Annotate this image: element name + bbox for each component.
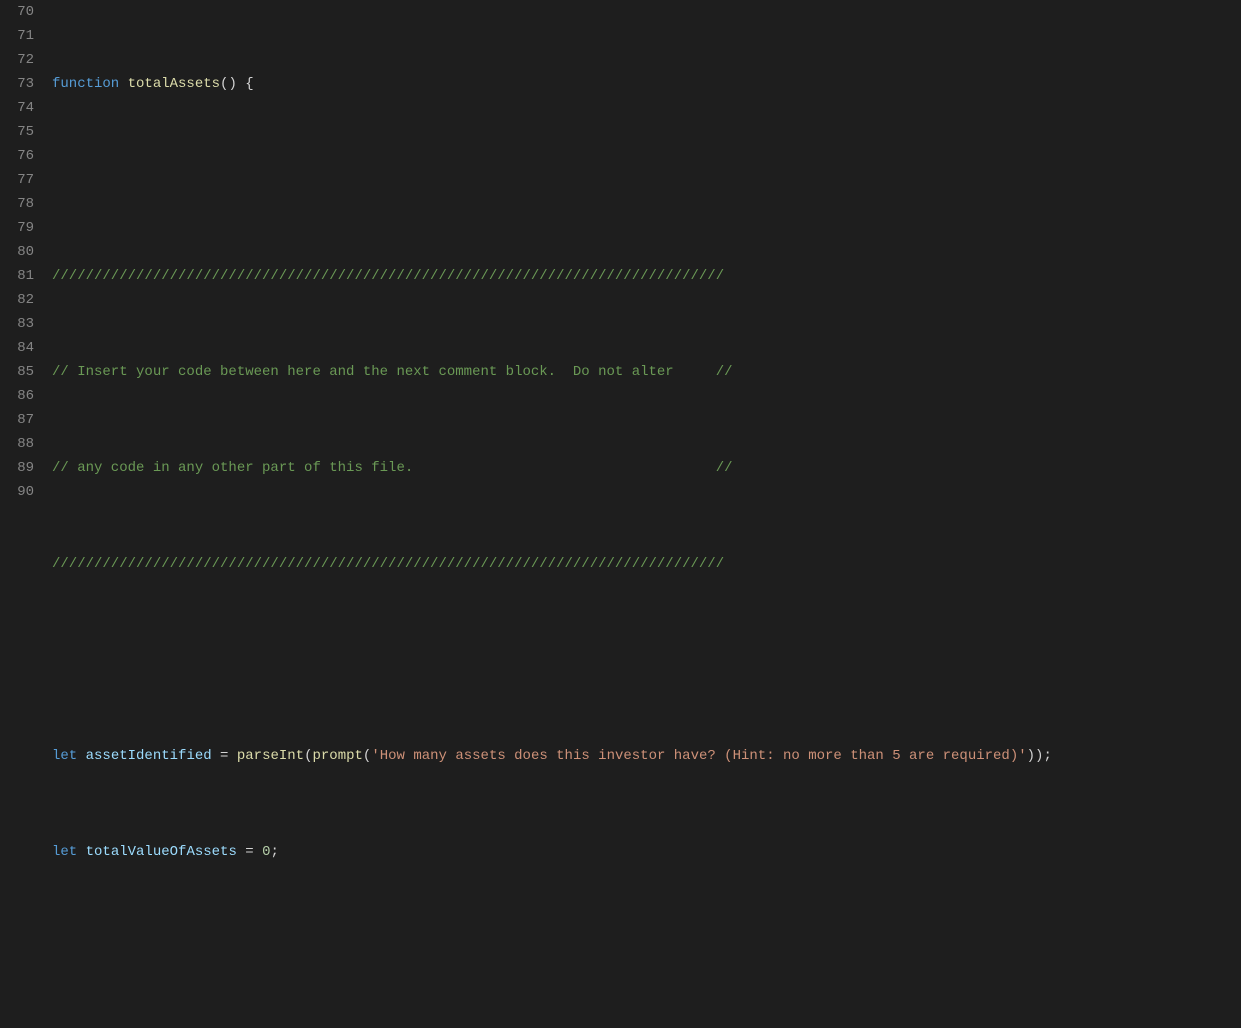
code-line[interactable]: let totalValueOfAssets = 0; <box>52 840 1241 864</box>
function-call: prompt <box>313 748 363 764</box>
line-number: 75 <box>0 120 34 144</box>
line-number: 90 <box>0 480 34 504</box>
line-number: 80 <box>0 240 34 264</box>
line-number: 87 <box>0 408 34 432</box>
line-number-gutter: 70 71 72 73 74 75 76 77 78 79 80 81 82 8… <box>0 0 52 1028</box>
line-number: 71 <box>0 24 34 48</box>
keyword-let: let <box>52 748 77 764</box>
comment: ////////////////////////////////////////… <box>52 268 724 284</box>
code-line[interactable] <box>52 936 1241 960</box>
line-number: 78 <box>0 192 34 216</box>
line-number: 74 <box>0 96 34 120</box>
keyword-function: function <box>52 76 119 92</box>
line-number: 77 <box>0 168 34 192</box>
line-number: 76 <box>0 144 34 168</box>
line-number: 89 <box>0 456 34 480</box>
code-editor[interactable]: 70 71 72 73 74 75 76 77 78 79 80 81 82 8… <box>0 0 1241 1028</box>
line-number: 85 <box>0 360 34 384</box>
comment: ////////////////////////////////////////… <box>52 556 724 572</box>
line-number: 73 <box>0 72 34 96</box>
code-line[interactable]: // any code in any other part of this fi… <box>52 456 1241 480</box>
line-number: 81 <box>0 264 34 288</box>
code-line[interactable]: let assetIdentified = parseInt(prompt('H… <box>52 744 1241 768</box>
code-line[interactable]: ////////////////////////////////////////… <box>52 264 1241 288</box>
string-literal: 'How many assets does this investor have… <box>371 748 1026 764</box>
line-number: 79 <box>0 216 34 240</box>
function-call: parseInt <box>237 748 304 764</box>
number-literal: 0 <box>262 844 270 860</box>
line-number: 88 <box>0 432 34 456</box>
keyword-let: let <box>52 844 77 860</box>
line-number: 84 <box>0 336 34 360</box>
code-line[interactable]: // Insert your code between here and the… <box>52 360 1241 384</box>
code-line[interactable] <box>52 648 1241 672</box>
line-number: 86 <box>0 384 34 408</box>
comment: // any code in any other part of this fi… <box>52 460 733 476</box>
line-number: 72 <box>0 48 34 72</box>
variable: assetIdentified <box>86 748 212 764</box>
line-number: 82 <box>0 288 34 312</box>
code-line[interactable]: ////////////////////////////////////////… <box>52 552 1241 576</box>
line-number: 83 <box>0 312 34 336</box>
comment: // Insert your code between here and the… <box>52 364 733 380</box>
code-line[interactable]: function totalAssets() { <box>52 72 1241 96</box>
code-content[interactable]: function totalAssets() { ///////////////… <box>52 0 1241 1028</box>
code-line[interactable] <box>52 168 1241 192</box>
line-number: 70 <box>0 0 34 24</box>
function-name: totalAssets <box>128 76 220 92</box>
variable: totalValueOfAssets <box>86 844 237 860</box>
